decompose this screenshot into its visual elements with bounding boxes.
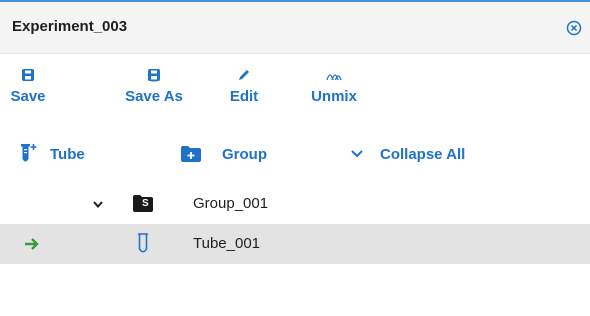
window-title: Experiment_003 (12, 18, 128, 35)
tree-row-tube[interactable]: Tube_001 (0, 224, 590, 264)
add-group-button[interactable]: Group (180, 138, 267, 170)
edit-button[interactable]: Edit (224, 66, 264, 122)
chevron-down-icon[interactable] (92, 200, 104, 210)
collapse-all-label: Collapse All (380, 145, 466, 163)
add-tube-icon (21, 144, 37, 162)
save-icon (22, 69, 34, 81)
edit-label: Edit (229, 88, 259, 105)
pencil-icon (239, 70, 249, 80)
tree-row-group[interactable]: S Group_001 (0, 184, 590, 224)
save-as-icon (148, 69, 160, 82)
unmix-icon (326, 74, 342, 81)
tube-icon (138, 233, 148, 253)
group-icon-letter: S (142, 198, 149, 209)
current-arrow-icon (25, 238, 39, 250)
chevron-down-icon (351, 150, 363, 158)
toolbar: Save Save As Edit Unmix (0, 66, 590, 122)
tube-label: Tube_001 (193, 235, 261, 252)
window-header: Experiment_003 (0, 2, 590, 54)
add-group-label: Group (222, 145, 267, 163)
add-tube-label: Tube (50, 145, 85, 163)
group-label: Group_001 (193, 195, 269, 212)
unmix-button[interactable]: Unmix (306, 66, 362, 122)
save-as-label: Save As (125, 88, 183, 105)
add-tube-button[interactable]: Tube (20, 138, 85, 170)
unmix-label: Unmix (311, 88, 357, 105)
group-folder-icon: S (133, 195, 153, 212)
collapse-all-button[interactable]: Collapse All (350, 138, 465, 170)
close-icon[interactable] (566, 20, 582, 36)
tree-actions: Tube Group Collapse All (0, 138, 590, 170)
save-label: Save (10, 88, 46, 105)
add-folder-icon (181, 146, 201, 162)
save-button[interactable]: Save (8, 66, 48, 122)
save-as-button[interactable]: Save As (114, 66, 194, 122)
